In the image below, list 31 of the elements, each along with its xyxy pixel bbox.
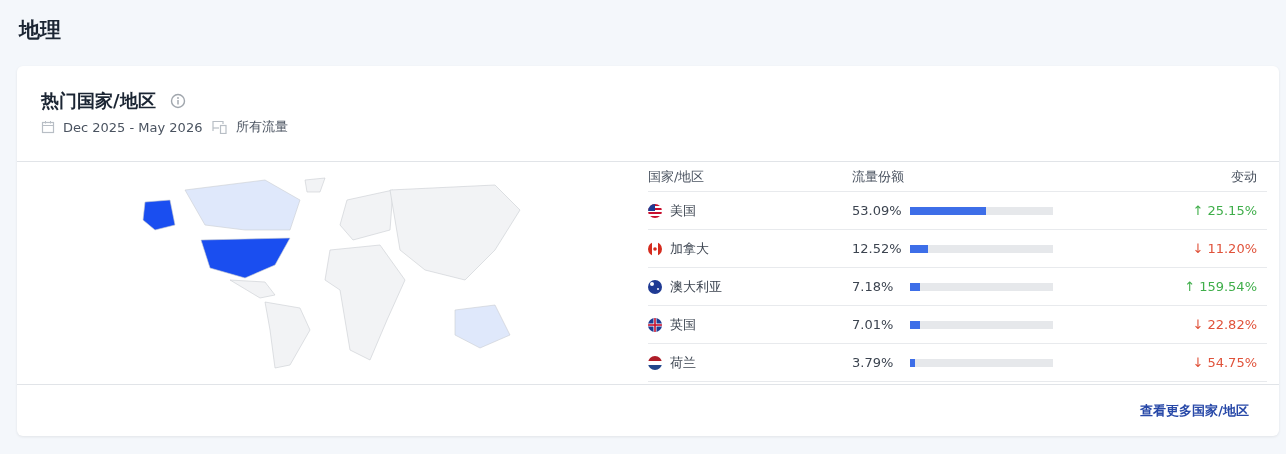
- more-countries-link[interactable]: 查看更多国家/地区: [1140, 401, 1249, 420]
- flag-icon: [648, 203, 662, 218]
- flag-icon: [648, 317, 662, 332]
- change-value: ↓ 54.75%: [1192, 355, 1257, 370]
- traffic-filter: 所有流量: [236, 118, 289, 136]
- page-title: 地理: [19, 17, 62, 44]
- country-name: 加拿大: [670, 239, 709, 258]
- column-header: 国家/地区: [648, 167, 706, 186]
- date-range: Dec 2025 - May 2026: [63, 119, 203, 135]
- flag-icon: [648, 279, 662, 294]
- change-value: ↑ 25.15%: [1192, 203, 1257, 218]
- flag-icon: [648, 241, 662, 256]
- country-name: 荷兰: [670, 353, 696, 372]
- traffic-share: 53.09%: [852, 203, 902, 218]
- country-name: 美国: [670, 201, 696, 220]
- flag-icon: [648, 355, 662, 370]
- devices-icon: [212, 120, 229, 134]
- traffic-share: 7.18%: [852, 279, 895, 294]
- country-name: 英国: [670, 315, 696, 334]
- change-value: ↓ 22.82%: [1192, 317, 1257, 332]
- calendar-icon: [41, 120, 55, 134]
- traffic-share: 3.79%: [852, 355, 895, 370]
- change-value: ↓ 11.20%: [1192, 241, 1257, 256]
- info-icon[interactable]: [169, 93, 186, 109]
- card-title: 热门国家/地区: [41, 89, 156, 113]
- change-value: ↑ 159.54%: [1184, 279, 1257, 294]
- column-header: 流量份额: [852, 167, 905, 186]
- traffic-share: 7.01%: [852, 317, 895, 332]
- traffic-share: 12.52%: [852, 241, 902, 256]
- column-header: 变动: [1230, 167, 1258, 186]
- country-name: 澳大利亚: [670, 277, 722, 296]
